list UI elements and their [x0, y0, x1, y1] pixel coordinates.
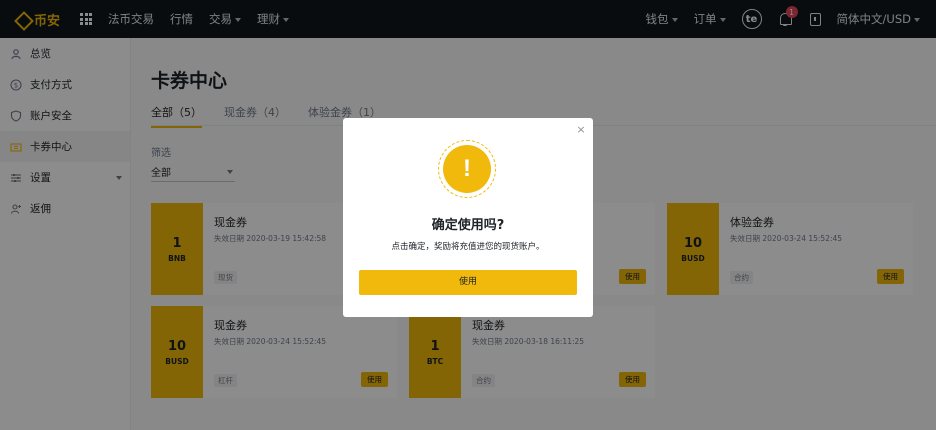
warning-icon: ! [438, 140, 496, 198]
dialog-description: 点击确定，奖励将充值进您的现货账户。 [391, 242, 545, 252]
confirm-use-dialog: × ! 确定使用吗? 点击确定，奖励将充值进您的现货账户。 使用 [343, 118, 593, 317]
confirm-use-button[interactable]: 使用 [359, 270, 577, 295]
dialog-title: 确定使用吗? [431, 218, 505, 233]
warning-icon-glyph: ! [443, 145, 491, 193]
close-icon[interactable]: × [575, 124, 587, 136]
